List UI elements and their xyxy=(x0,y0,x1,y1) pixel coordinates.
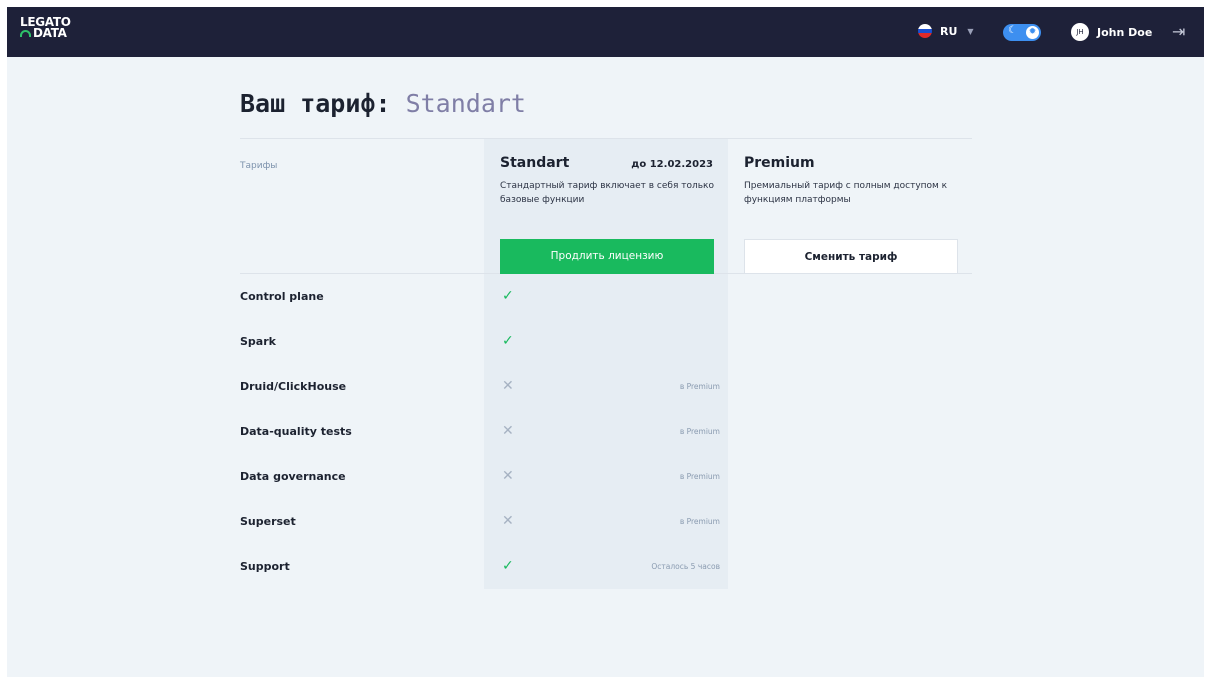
check-icon: ✓ xyxy=(502,288,514,304)
cross-icon: ✕ xyxy=(502,468,514,484)
moon-icon: ☾ xyxy=(1008,25,1017,36)
cross-icon: ✕ xyxy=(502,378,514,394)
sun-icon: ✹ xyxy=(1026,26,1039,39)
plan-card-standart: Standart до 12.02.2023 Стандартный тариф… xyxy=(500,155,715,274)
feature-note: в Premium xyxy=(679,427,720,436)
check-icon: ✓ xyxy=(502,558,514,574)
theme-toggle[interactable]: ☾ ✹ xyxy=(1003,24,1041,41)
current-plan-name: Standart xyxy=(405,89,526,118)
user-name: John Doe xyxy=(1097,25,1153,39)
feature-name: Data-quality tests xyxy=(240,425,352,438)
feature-name: Control plane xyxy=(240,290,324,303)
avatar: JH xyxy=(1071,23,1089,41)
feature-note: Осталось 5 часов xyxy=(651,562,720,571)
feature-row: Druid/ClickHouse ✕ в Premium xyxy=(240,378,728,398)
feature-row: Control plane ✓ xyxy=(240,288,728,308)
feature-note: в Premium xyxy=(679,472,720,481)
page-title-prefix: Ваш тариф: xyxy=(240,89,391,118)
russia-flag-icon xyxy=(918,24,932,38)
feature-name: Data governance xyxy=(240,470,346,483)
plan-description: Премиальный тариф с полным доступом к фу… xyxy=(744,181,948,205)
app-frame: LEGATO DATA RU ▼ ☾ ✹ JH John Doe ⇥ Ваш т… xyxy=(7,7,1204,677)
cross-icon: ✕ xyxy=(502,513,514,529)
feature-note: в Premium xyxy=(679,517,720,526)
logo-mark-icon xyxy=(20,30,31,37)
logo[interactable]: LEGATO DATA xyxy=(20,16,71,40)
user-menu[interactable]: JH John Doe xyxy=(1071,23,1152,41)
logo-line-2: DATA xyxy=(33,26,67,40)
divider-top xyxy=(240,138,972,139)
feature-name: Support xyxy=(240,560,290,573)
feature-row: Data governance ✕ в Premium xyxy=(240,468,728,488)
renew-license-button[interactable]: Продлить лицензию xyxy=(500,239,714,274)
change-plan-button[interactable]: Сменить тариф xyxy=(744,239,958,274)
plan-card-premium: Premium Премиальный тариф с полным досту… xyxy=(744,155,959,274)
chevron-down-icon: ▼ xyxy=(967,26,974,36)
language-selector[interactable]: RU ▼ xyxy=(918,24,974,38)
page-title: Ваш тариф: Standart xyxy=(240,89,526,118)
tariffs-label: Тарифы xyxy=(240,161,278,171)
feature-row: Spark ✓ xyxy=(240,333,728,353)
feature-row: Data-quality tests ✕ в Premium xyxy=(240,423,728,443)
plan-description: Стандартный тариф включает в себя только… xyxy=(500,181,714,205)
feature-row: Superset ✕ в Premium xyxy=(240,513,728,533)
plan-name: Premium xyxy=(744,155,815,171)
check-icon: ✓ xyxy=(502,333,514,349)
plan-valid-until: до 12.02.2023 xyxy=(631,159,713,170)
feature-name: Superset xyxy=(240,515,296,528)
feature-row: Support ✓ Осталось 5 часов xyxy=(240,558,728,578)
feature-note: в Premium xyxy=(679,382,720,391)
feature-name: Druid/ClickHouse xyxy=(240,380,347,393)
language-code: RU xyxy=(940,24,958,38)
top-bar: LEGATO DATA RU ▼ ☾ ✹ JH John Doe ⇥ xyxy=(7,7,1204,57)
cross-icon: ✕ xyxy=(502,423,514,439)
feature-name: Spark xyxy=(240,335,276,348)
logout-icon[interactable]: ⇥ xyxy=(1172,22,1185,41)
